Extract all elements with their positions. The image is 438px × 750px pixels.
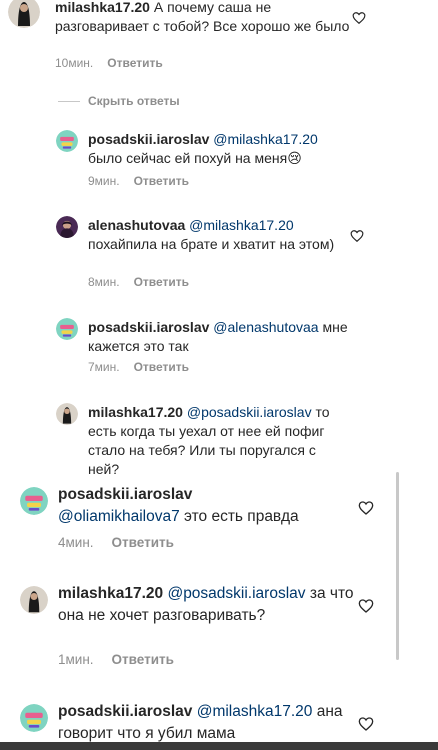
comment-meta: 4мин. Ответить — [58, 535, 174, 550]
comment-username[interactable]: posadskii.iaroslav — [88, 319, 209, 335]
avatar[interactable] — [8, 0, 40, 28]
avatar[interactable] — [56, 403, 78, 425]
comment-time: 4мин. — [58, 535, 94, 550]
comment-text: posadskii.iaroslav @alenashutovaa мне ка… — [88, 318, 348, 356]
comment-mention[interactable]: @alenashutovaa — [213, 319, 318, 335]
comment-text: posadskii.iaroslav @oliamikhailova7 это … — [58, 484, 348, 528]
like-heart-icon[interactable] — [358, 598, 374, 614]
comment-time: 7мин. — [88, 360, 120, 374]
comment-username[interactable]: milashka17.20 — [55, 0, 150, 15]
comment-mention[interactable]: @milashka17.20 — [213, 131, 318, 147]
comment-time: 10мин. — [55, 56, 94, 70]
comment-username[interactable]: posadskii.iaroslav — [58, 703, 192, 720]
reply-button[interactable]: Ответить — [107, 56, 162, 70]
avatar[interactable] — [56, 318, 78, 340]
like-heart-icon[interactable] — [358, 716, 374, 732]
comment-meta: 1мин. Ответить — [58, 652, 174, 667]
comment-username[interactable]: posadskii.iaroslav — [58, 486, 192, 503]
comment-text: alenashutovaa @milashka17.20 похайпила н… — [88, 216, 348, 254]
avatar[interactable] — [20, 487, 48, 515]
like-heart-icon[interactable] — [350, 229, 364, 243]
comment-meta: 7мин. Ответить — [88, 360, 189, 374]
reply-button[interactable]: Ответить — [134, 275, 189, 289]
reply-button[interactable]: Ответить — [134, 360, 189, 374]
comment-body: похайпила на брате и хватит на этом) — [88, 236, 335, 252]
comment-meta: 10мин. Ответить — [55, 56, 163, 70]
comment-body: это есть правда — [184, 508, 299, 525]
avatar[interactable] — [20, 586, 48, 614]
comment-meta: 9мин. Ответить — [88, 174, 189, 188]
hide-replies-button[interactable]: Скрыть ответы — [58, 94, 180, 108]
scrollbar[interactable] — [396, 472, 399, 660]
hide-replies-label: Скрыть ответы — [88, 94, 180, 108]
like-heart-icon[interactable] — [352, 11, 366, 25]
comment-username[interactable]: posadskii.iaroslav — [88, 131, 209, 147]
comment-text: milashka17.20 А почему саша не разговари… — [55, 0, 355, 36]
comment-time: 8мин. — [88, 275, 120, 289]
reply-button[interactable]: Ответить — [112, 535, 174, 550]
reply-button[interactable]: Ответить — [112, 652, 174, 667]
comment-body: было сейчас ей похуй на меня😢 — [88, 150, 302, 166]
comment-username[interactable]: milashka17.20 — [58, 585, 163, 602]
comment-text: posadskii.iaroslav @milashka17.20 было с… — [88, 130, 348, 168]
bottom-edge — [0, 742, 438, 750]
comment-username[interactable]: milashka17.20 — [88, 404, 183, 420]
comment-mention[interactable]: @oliamikhailova7 — [58, 508, 180, 525]
comment-mention[interactable]: @posadskii.iaroslav — [187, 404, 312, 420]
reply-button[interactable]: Ответить — [134, 174, 189, 188]
comment-username[interactable]: alenashutovaa — [88, 217, 185, 233]
like-heart-icon[interactable] — [358, 500, 374, 516]
comment-time: 1мин. — [58, 652, 94, 667]
comment-mention[interactable]: @milashka17.20 — [189, 217, 294, 233]
comment-time: 9мин. — [88, 174, 120, 188]
avatar[interactable] — [20, 704, 48, 732]
avatar[interactable] — [56, 216, 78, 238]
comment-mention[interactable]: @milashka17.20 — [197, 703, 313, 720]
comment-text: posadskii.iaroslav @milashka17.20 ана го… — [58, 701, 358, 745]
comment-text: milashka17.20 @posadskii.iaroslav то ест… — [88, 403, 348, 479]
comment-text: milashka17.20 @posadskii.iaroslav за что… — [58, 583, 358, 627]
comment-mention[interactable]: @posadskii.iaroslav — [167, 585, 305, 602]
divider-line — [58, 100, 80, 102]
avatar[interactable] — [56, 130, 78, 152]
comment-meta: 8мин. Ответить — [88, 275, 189, 289]
